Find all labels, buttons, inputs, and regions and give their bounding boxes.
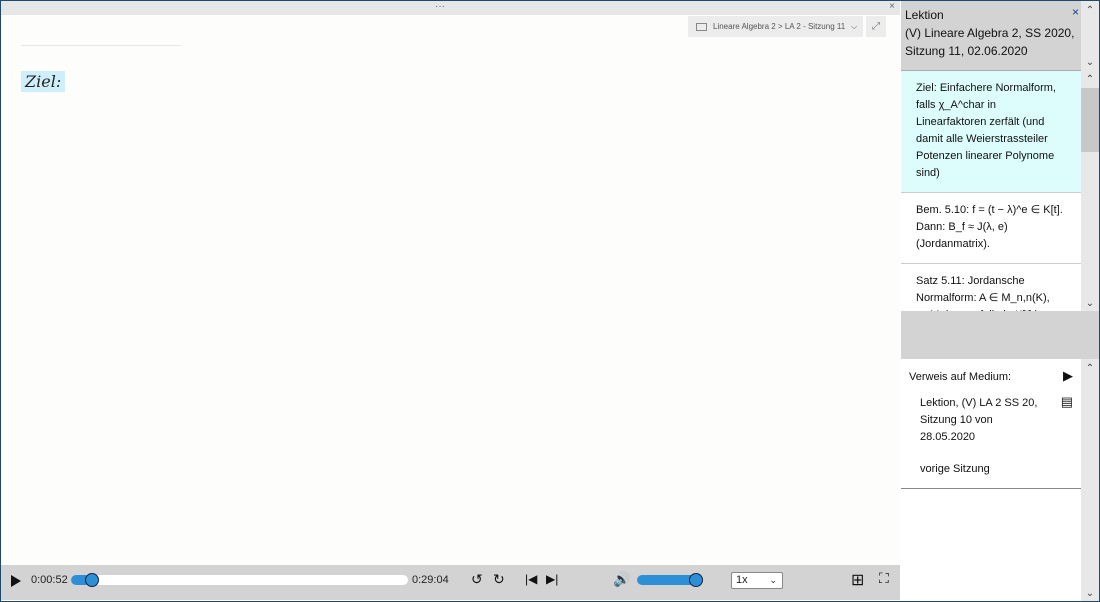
- expand-button[interactable]: ⤢: [866, 16, 886, 37]
- spacer: [901, 311, 1099, 359]
- reference-target-text: Lektion, (V) LA 2 SS 20, Sitzung 10 von …: [920, 397, 1038, 443]
- scroll-thumb[interactable]: [1081, 88, 1099, 152]
- rewind-10-icon[interactable]: ↺: [471, 571, 483, 588]
- play-media-icon[interactable]: ▶: [1063, 367, 1073, 384]
- volume-fill: [637, 575, 697, 585]
- lecture-title: (V) Lineare Algebra 2, SS 2020, Sitzung …: [905, 26, 1075, 58]
- chevron-down-icon: ⌄: [769, 575, 777, 585]
- close-icon[interactable]: ×: [889, 1, 895, 12]
- duration: 0:29:04: [412, 574, 449, 586]
- reference-note: vorige Sitzung: [920, 463, 990, 475]
- add-screen-icon[interactable]: ⊞: [851, 570, 864, 590]
- seek-knob[interactable]: [84, 573, 99, 587]
- breadcrumb[interactable]: Lineare Algebra 2 > LA 2 - Sitzung 11 ⌵: [688, 16, 863, 37]
- media-reference: Verweis auf Medium: Lektion, (V) LA 2 SS…: [901, 359, 1081, 489]
- breadcrumb-label: Lineare Algebra 2 > LA 2 - Sitzung 11: [713, 22, 846, 31]
- previous-icon[interactable]: |◀: [525, 572, 537, 586]
- handwritten-note: Ziel:: [21, 71, 66, 92]
- segment-list: Ziel: Einfachere Normalform, falls χ_A^c…: [901, 70, 1081, 311]
- speed-select[interactable]: 1x ⌄: [731, 572, 783, 589]
- reference-target[interactable]: Lektion, (V) LA 2 SS 20, Sitzung 10 von …: [920, 395, 1073, 478]
- next-icon[interactable]: ▶|: [546, 572, 558, 586]
- forward-10-icon[interactable]: ↻: [493, 571, 505, 588]
- list-item[interactable]: Satz 5.11: Jordansche Normalform: A ∈ M_…: [901, 264, 1081, 311]
- fullscreen-icon[interactable]: ⛶: [879, 570, 889, 587]
- document-icon[interactable]: ▤: [1061, 393, 1073, 410]
- current-time: 0:00:52: [31, 574, 68, 586]
- volume-slider[interactable]: [637, 573, 703, 587]
- volume-icon[interactable]: 🔊: [613, 571, 630, 588]
- seek-slider[interactable]: [71, 573, 408, 587]
- player-controls: 0:00:52 0:29:04 ↺ ↻ |◀ ▶| 🔊 1x ⌄ ⊞ ⛶: [1, 565, 900, 600]
- volume-knob[interactable]: [689, 573, 703, 587]
- sidebar: Lektion (V) Lineare Algebra 2, SS 2020, …: [901, 1, 1099, 601]
- list-scrollbar[interactable]: ⌃ ⌄: [1081, 70, 1099, 311]
- top-bar: ··· ×: [1, 1, 900, 15]
- chevron-down-icon: ⌵: [851, 21, 858, 31]
- divider: [21, 45, 181, 46]
- list-item[interactable]: Bem. 5.10: f = (t − λ)^e ∈ K[t]. Dann: B…: [901, 193, 1081, 264]
- reference-label: Verweis auf Medium:: [909, 371, 1012, 383]
- lecture-type: Lektion: [905, 8, 944, 22]
- whiteboard-canvas[interactable]: Ziel: Lineare Algebra 2 > LA 2 - Sitzung…: [1, 15, 900, 565]
- close-icon[interactable]: ×: [1072, 3, 1079, 21]
- book-icon: [696, 22, 707, 31]
- speed-value: 1x: [736, 574, 748, 586]
- play-button[interactable]: [11, 575, 21, 587]
- header-scrollbar[interactable]: ⌃ ⌄: [1081, 1, 1099, 70]
- lecture-header: Lektion (V) Lineare Algebra 2, SS 2020, …: [901, 1, 1081, 70]
- drag-handle[interactable]: ···: [435, 1, 445, 12]
- list-item[interactable]: Ziel: Einfachere Normalform, falls χ_A^c…: [901, 71, 1081, 193]
- reference-scrollbar[interactable]: ⌃ ⌄: [1081, 359, 1099, 601]
